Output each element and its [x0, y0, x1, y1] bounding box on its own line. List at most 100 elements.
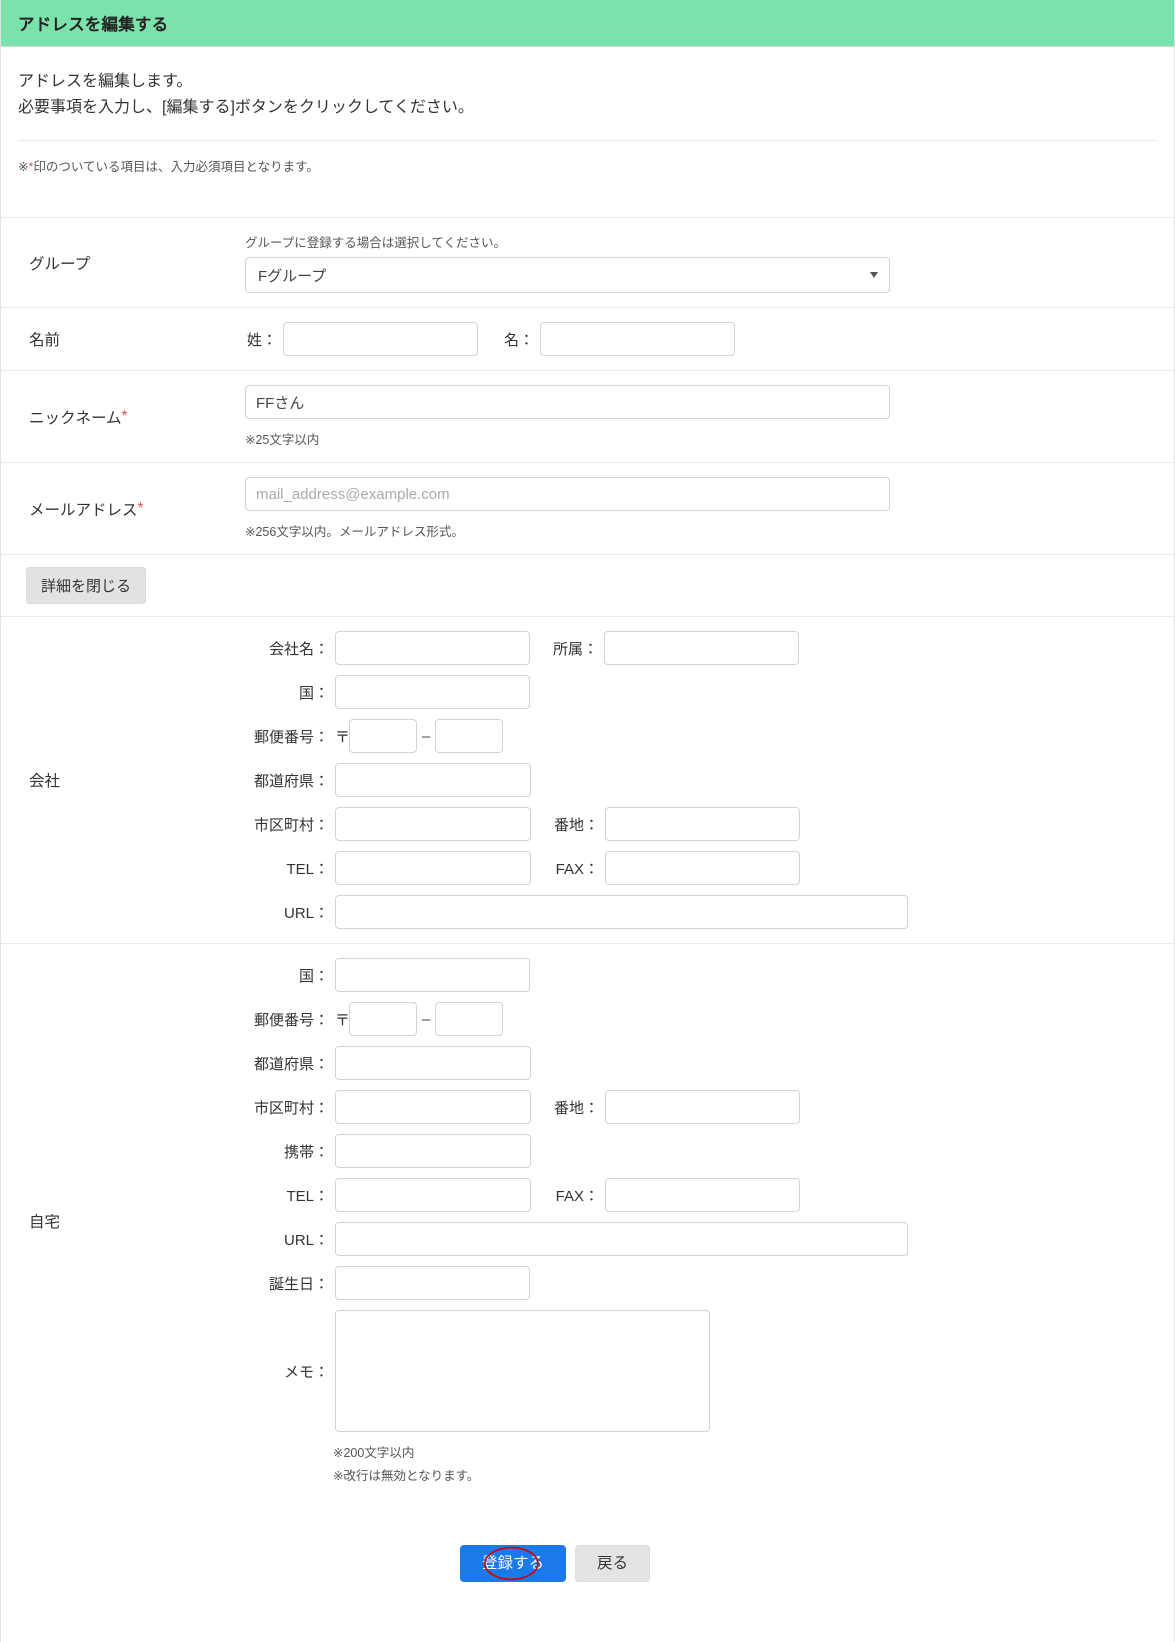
- home-url-input[interactable]: [335, 1222, 908, 1256]
- company-url-line: URL：: [233, 895, 1174, 929]
- group-helper-text: グループに登録する場合は選択してください。: [245, 236, 507, 250]
- first-name-label: 名：: [503, 331, 534, 349]
- email-label-text: メールアドレス: [29, 501, 138, 519]
- home-tel-label: TEL：: [286, 1187, 329, 1205]
- home-memo-label: メモ：: [283, 1363, 329, 1381]
- memo-helper-text-2: ※改行は無効となります。: [333, 1469, 480, 1483]
- form-row-name: 名前 姓： 名：: [1, 307, 1174, 370]
- home-fax-label: FAX：: [555, 1187, 599, 1205]
- group-select-value: Fグループ: [258, 267, 327, 285]
- company-department-label: 所属：: [552, 640, 598, 658]
- panel-header: アドレスを編集する: [1, 0, 1174, 47]
- home-prefecture-line: 都道府県：: [233, 1046, 1174, 1080]
- company-name-line: 会社名： 所属：: [233, 631, 1174, 665]
- company-fax-input[interactable]: [605, 851, 800, 885]
- email-input[interactable]: [245, 477, 890, 511]
- form-row-company: 会社 会社名： 所属： 国： 郵便番号： 〒 – 都道府県： 市区町村： 番地：…: [1, 616, 1174, 943]
- company-url-label: URL：: [283, 904, 329, 922]
- company-department-input[interactable]: [604, 631, 799, 665]
- nickname-input[interactable]: [245, 385, 890, 419]
- company-zip-mark: 〒: [335, 728, 351, 746]
- home-street-input[interactable]: [605, 1090, 800, 1124]
- home-body: 国： 郵便番号： 〒 – 都道府県： 市区町村： 番地： 携帯： TEL： FA…: [233, 944, 1174, 1498]
- company-prefecture-line: 都道府県：: [233, 763, 1174, 797]
- last-name-label: 姓：: [246, 331, 277, 349]
- nickname-body: ※25文字以内: [233, 371, 1174, 462]
- home-url-label: URL：: [283, 1231, 329, 1249]
- company-name-input[interactable]: [335, 631, 530, 665]
- company-street-label: 番地：: [553, 816, 599, 834]
- home-zip-first-input[interactable]: [349, 1002, 417, 1036]
- home-tel-line: TEL： FAX：: [233, 1178, 1174, 1212]
- email-field-line: [233, 477, 1174, 511]
- submit-button[interactable]: 登録する: [459, 1545, 566, 1583]
- last-name-input[interactable]: [283, 322, 478, 356]
- email-body: ※256文字以内。メールアドレス形式。: [233, 463, 1174, 554]
- page-title: アドレスを編集する: [18, 16, 169, 34]
- company-zip-label: 郵便番号：: [233, 726, 329, 747]
- company-zip-second-input[interactable]: [435, 719, 503, 753]
- company-tel-line: TEL： FAX：: [233, 851, 1174, 885]
- page-root: アドレスを編集する アドレスを編集します。 必要事項を入力し、[編集する]ボタン…: [0, 0, 1175, 1642]
- home-zip-label: 郵便番号：: [253, 1011, 329, 1029]
- home-zip-mark: 〒: [335, 1011, 351, 1029]
- form-row-group: グループ グループに登録する場合は選択してください。 Fグループ: [1, 217, 1174, 307]
- company-fax-label: FAX：: [555, 860, 599, 878]
- home-mobile-line: 携帯：: [233, 1134, 1174, 1168]
- company-city-input[interactable]: [335, 807, 531, 841]
- home-prefecture-input[interactable]: [335, 1046, 531, 1080]
- nickname-helper-text: ※25文字以内: [245, 433, 320, 447]
- nickname-required-mark: *: [121, 407, 128, 425]
- home-birthday-label: 誕生日：: [268, 1275, 329, 1293]
- required-fields-note: ※*印のついている項目は、入力必須項目となります。: [1, 141, 1174, 175]
- company-street-input[interactable]: [605, 807, 800, 841]
- home-zip-line: 郵便番号： 〒 –: [233, 1002, 1174, 1036]
- email-label: メールアドレス *: [1, 463, 233, 554]
- home-city-label: 市区町村：: [253, 1099, 329, 1117]
- required-note-prefix: ※: [18, 160, 29, 174]
- memo-helper-text-1: ※200文字以内: [333, 1446, 415, 1460]
- email-required-mark: *: [137, 499, 144, 517]
- detail-toggle-button[interactable]: 詳細を閉じる: [26, 567, 147, 604]
- home-mobile-label: 携帯：: [283, 1143, 329, 1161]
- name-field-line: 姓： 名：: [233, 322, 1174, 356]
- home-country-input[interactable]: [335, 958, 530, 992]
- company-zip-label-text: 郵便番号：: [253, 728, 329, 746]
- company-city-line: 市区町村： 番地：: [233, 807, 1174, 841]
- home-mobile-input[interactable]: [335, 1134, 531, 1168]
- address-form: グループ グループに登録する場合は選択してください。 Fグループ 名前 姓： 名…: [1, 217, 1174, 1498]
- company-tel-label: TEL：: [286, 860, 329, 878]
- company-prefecture-input[interactable]: [335, 763, 531, 797]
- home-city-line: 市区町村： 番地：: [233, 1090, 1174, 1124]
- home-fax-input[interactable]: [605, 1178, 800, 1212]
- company-country-label: 国：: [298, 684, 329, 702]
- home-url-line: URL：: [233, 1222, 1174, 1256]
- company-zip-first-input[interactable]: [349, 719, 417, 753]
- home-prefecture-label: 都道府県：: [253, 1055, 329, 1073]
- home-memo-textarea[interactable]: [335, 1310, 710, 1432]
- company-country-line: 国：: [233, 675, 1174, 709]
- group-select[interactable]: Fグループ: [245, 257, 890, 293]
- home-street-label: 番地：: [553, 1099, 599, 1117]
- company-country-input[interactable]: [335, 675, 530, 709]
- home-zip-second-input[interactable]: [435, 1002, 503, 1036]
- nickname-label: ニックネーム *: [1, 371, 233, 462]
- bottom-padding: [1, 1582, 1174, 1642]
- footer-actions: 登録する 戻る: [1, 1498, 1109, 1583]
- company-tel-input[interactable]: [335, 851, 531, 885]
- company-prefecture-label: 都道府県：: [253, 772, 329, 790]
- name-body: 姓： 名：: [233, 308, 1174, 370]
- back-button[interactable]: 戻る: [575, 1545, 651, 1583]
- home-tel-input[interactable]: [335, 1178, 531, 1212]
- first-name-input[interactable]: [540, 322, 735, 356]
- company-label: 会社: [29, 773, 61, 790]
- nickname-label-text: ニックネーム: [29, 409, 122, 427]
- form-row-email: メールアドレス* ※256文字以内。メールアドレス形式。: [1, 462, 1174, 554]
- home-country-line: 国：: [233, 958, 1174, 992]
- home-city-input[interactable]: [335, 1090, 531, 1124]
- required-note-suffix: 印のついている項目は、入力必須項目となります。: [33, 160, 319, 174]
- home-zip-separator: –: [421, 1010, 431, 1028]
- company-url-input[interactable]: [335, 895, 908, 929]
- home-birthday-input[interactable]: [335, 1266, 530, 1300]
